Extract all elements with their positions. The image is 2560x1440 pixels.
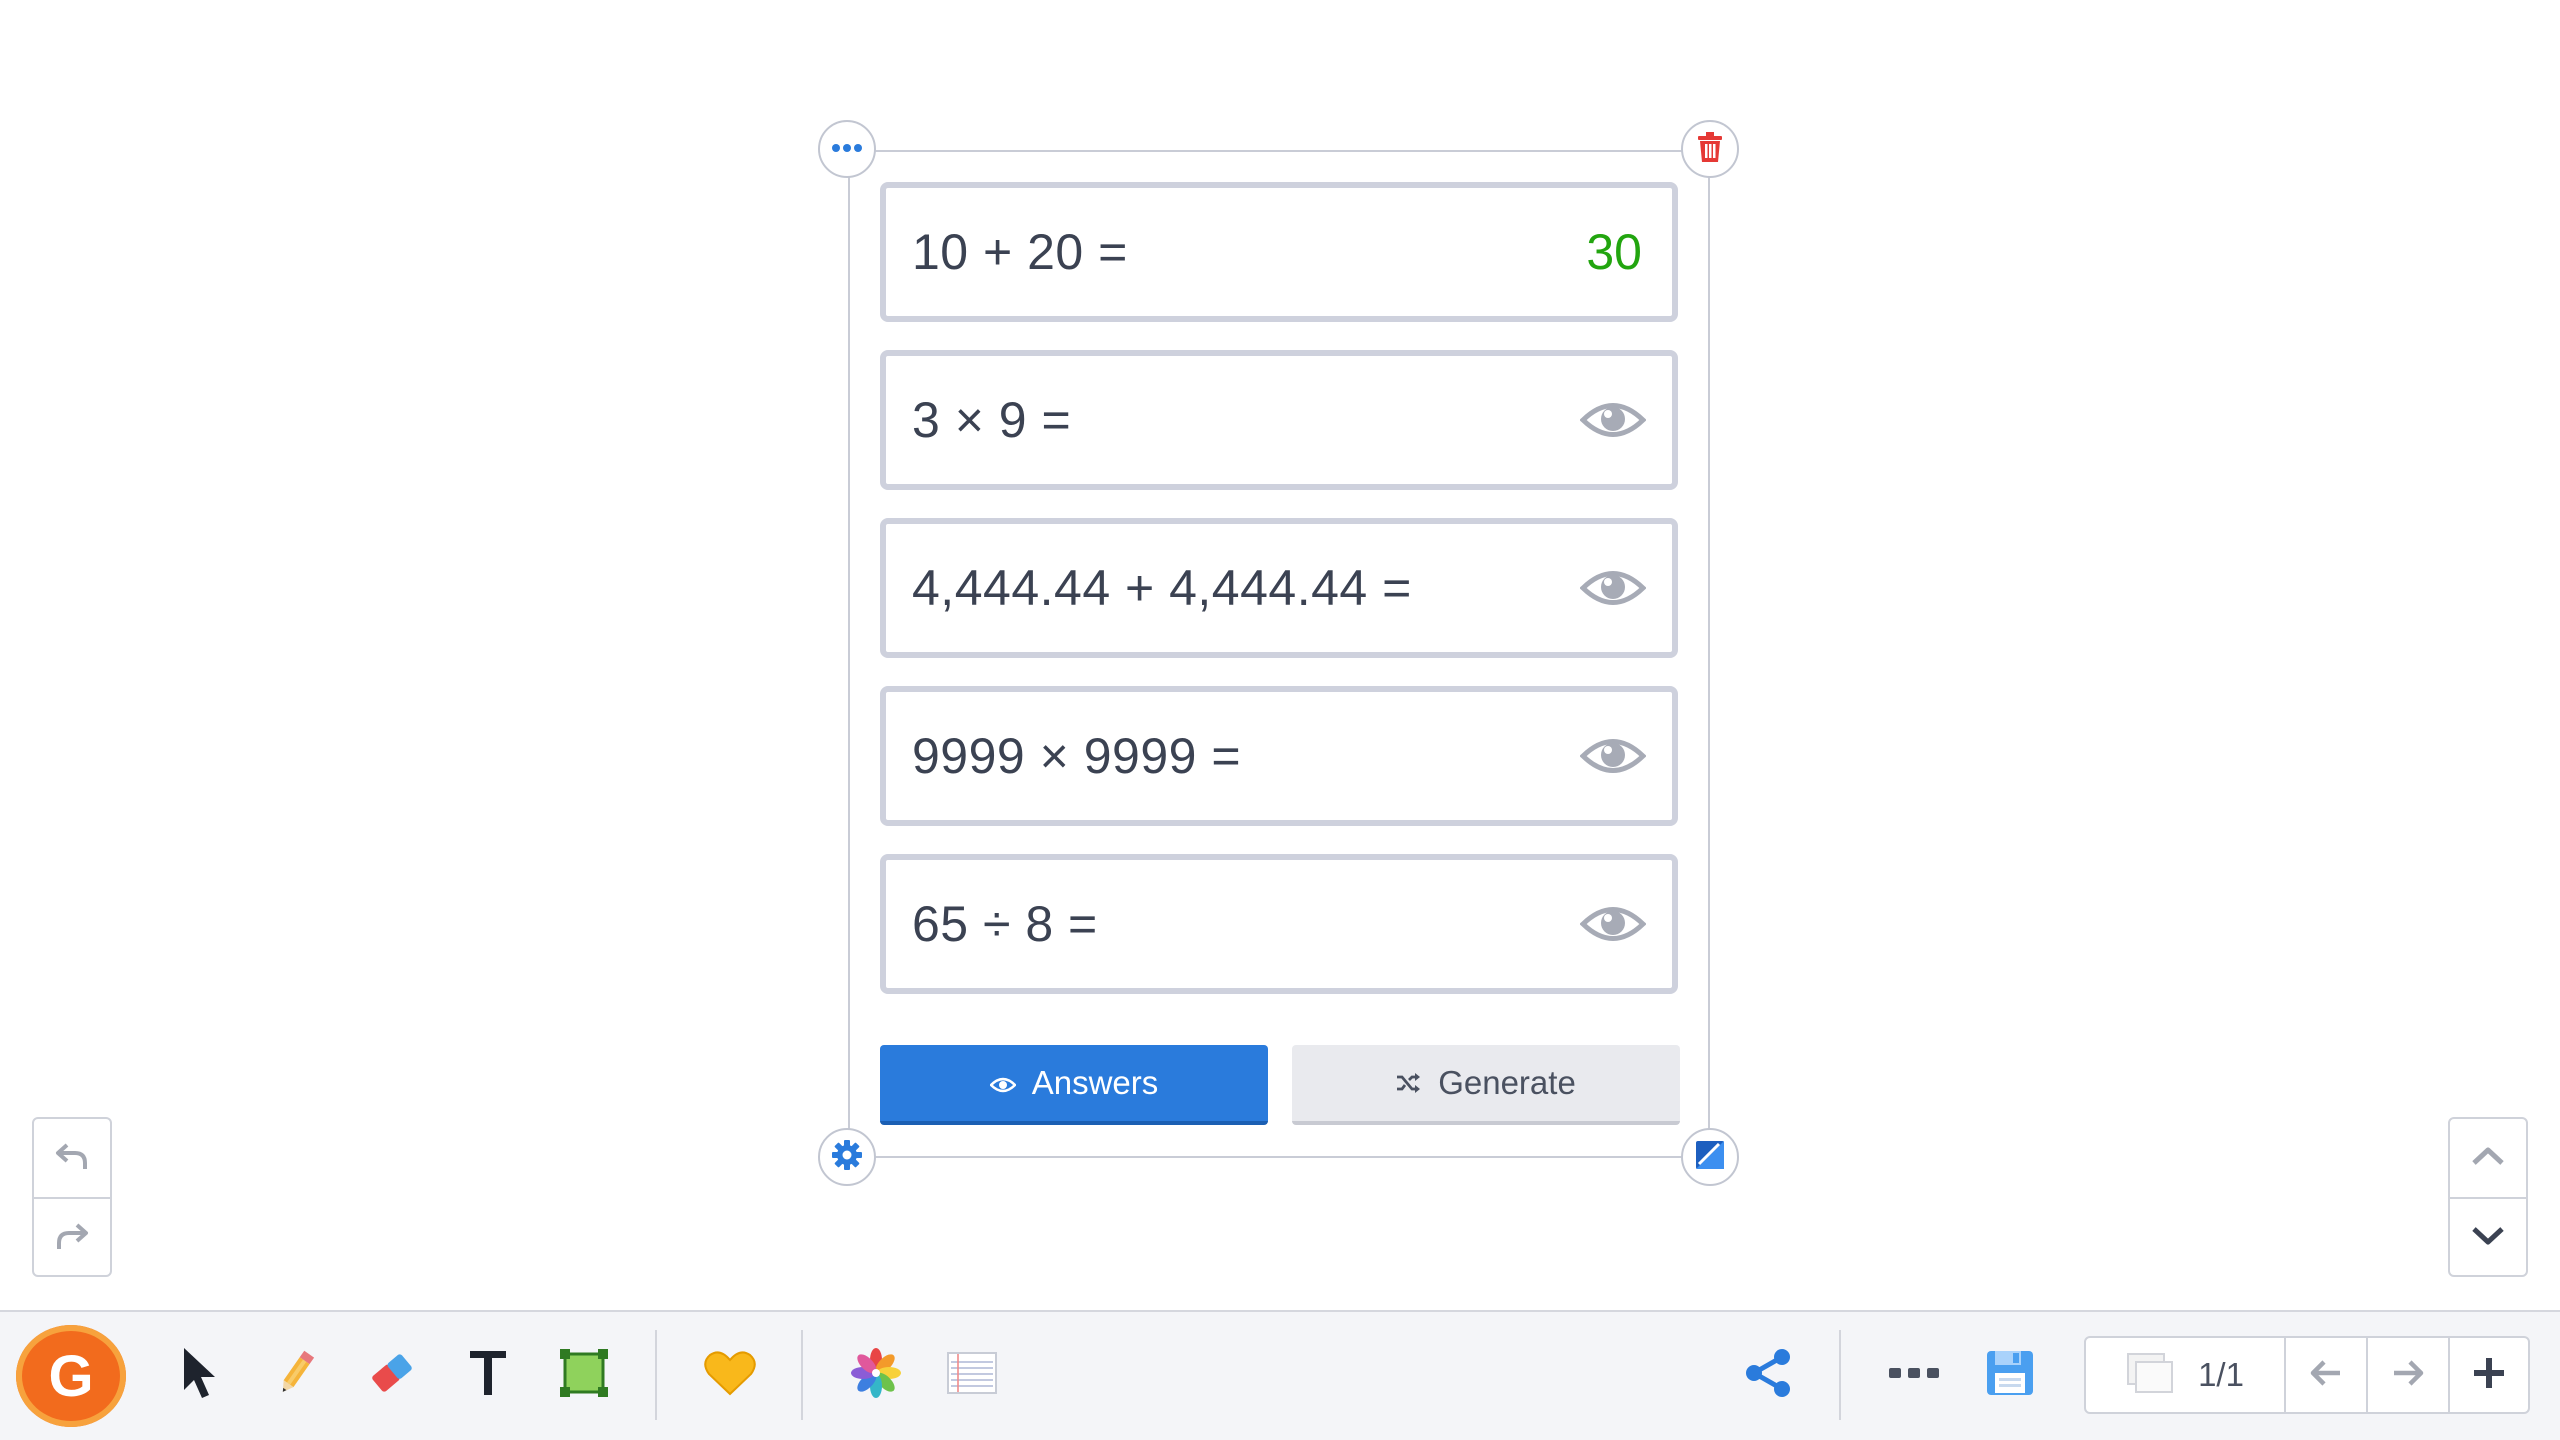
ellipsis-icon xyxy=(831,140,863,158)
notepad-icon xyxy=(947,1351,997,1399)
chevron-up-icon xyxy=(2471,1145,2505,1172)
pages-icon xyxy=(2126,1352,2176,1399)
next-page-button[interactable] xyxy=(2366,1338,2448,1412)
page-scroll-group xyxy=(2448,1117,2528,1277)
generate-button-label: Generate xyxy=(1438,1064,1576,1101)
eraser-tool[interactable] xyxy=(362,1325,422,1425)
undo-button[interactable] xyxy=(34,1119,110,1197)
share-button[interactable] xyxy=(1738,1325,1798,1425)
trash-icon xyxy=(1697,131,1723,167)
arrow-left-icon xyxy=(2309,1358,2343,1393)
resize-icon xyxy=(1695,1140,1725,1175)
eye-icon[interactable] xyxy=(1578,902,1648,946)
select-tool[interactable] xyxy=(170,1325,230,1425)
widget-menu-button[interactable] xyxy=(818,120,876,178)
problem-card: 10 + 20 = 30 xyxy=(880,182,1678,322)
cursor-icon xyxy=(180,1346,220,1405)
save-button[interactable] xyxy=(1980,1325,2040,1425)
undo-icon xyxy=(55,1141,89,1176)
widget-delete-button[interactable] xyxy=(1681,120,1739,178)
toolbar-divider xyxy=(801,1330,803,1420)
problem-question: 65 ÷ 8 = xyxy=(912,896,1098,952)
widget-resize-handle[interactable] xyxy=(1681,1128,1739,1186)
previous-page-button[interactable] xyxy=(2284,1338,2366,1412)
app-logo[interactable]: G xyxy=(16,1325,126,1427)
chevron-down-icon xyxy=(2471,1225,2505,1252)
notepad-tool[interactable] xyxy=(942,1325,1002,1425)
toolbar-divider xyxy=(655,1330,657,1420)
page-count: 1/1 xyxy=(2198,1356,2244,1393)
problem-question: 3 × 9 = xyxy=(912,392,1072,448)
favorites-tool[interactable] xyxy=(700,1325,760,1425)
heart-icon xyxy=(704,1350,756,1401)
more-options-button[interactable] xyxy=(1884,1325,1944,1425)
problem-question: 4,444.44 + 4,444.44 = xyxy=(912,560,1412,616)
toolbar-divider xyxy=(1839,1330,1841,1420)
pencil-tool[interactable] xyxy=(266,1325,326,1425)
redo-button[interactable] xyxy=(34,1197,110,1277)
problem-card: 65 ÷ 8 = xyxy=(880,854,1678,994)
gear-icon xyxy=(831,1139,863,1176)
problem-question: 9999 × 9999 = xyxy=(912,728,1242,784)
logo-letter: G xyxy=(48,1343,94,1409)
pencil-icon xyxy=(274,1348,318,1403)
arrow-right-icon xyxy=(2391,1358,2425,1393)
widget-settings-button[interactable] xyxy=(818,1128,876,1186)
problem-card: 3 × 9 = xyxy=(880,350,1678,490)
widgets-tool[interactable] xyxy=(846,1325,906,1425)
eye-icon[interactable] xyxy=(1578,734,1648,778)
answers-button-label: Answers xyxy=(1031,1064,1159,1101)
problem-card: 9999 × 9999 = xyxy=(880,686,1678,826)
share-icon xyxy=(1742,1347,1794,1404)
more-icon xyxy=(1888,1366,1940,1385)
shape-icon xyxy=(559,1348,609,1403)
redo-icon xyxy=(55,1221,89,1256)
page-indicator[interactable]: 1/1 xyxy=(2086,1338,2284,1412)
eraser-icon xyxy=(369,1351,415,1400)
page-down-button[interactable] xyxy=(2450,1197,2526,1277)
shuffle-icon xyxy=(1396,1064,1422,1102)
problem-card: 4,444.44 + 4,444.44 = xyxy=(880,518,1678,658)
page-up-button[interactable] xyxy=(2450,1119,2526,1197)
generate-button[interactable]: Generate xyxy=(1292,1045,1680,1125)
eye-icon[interactable] xyxy=(1578,566,1648,610)
problem-answer[interactable]: 30 xyxy=(1586,223,1648,281)
pinwheel-icon xyxy=(851,1347,901,1403)
add-page-button[interactable] xyxy=(2448,1338,2528,1412)
plus-icon xyxy=(2472,1356,2506,1395)
eye-icon[interactable] xyxy=(1578,398,1648,442)
answers-button[interactable]: Answers xyxy=(880,1045,1268,1125)
undo-redo-group xyxy=(32,1117,112,1277)
problem-question: 10 + 20 = xyxy=(912,224,1128,280)
page-navigator: 1/1 xyxy=(2084,1336,2530,1414)
text-icon xyxy=(468,1349,508,1402)
text-tool[interactable] xyxy=(458,1325,518,1425)
shape-tool[interactable] xyxy=(554,1325,614,1425)
eye-icon xyxy=(988,1064,1017,1102)
save-icon xyxy=(1985,1349,2035,1402)
